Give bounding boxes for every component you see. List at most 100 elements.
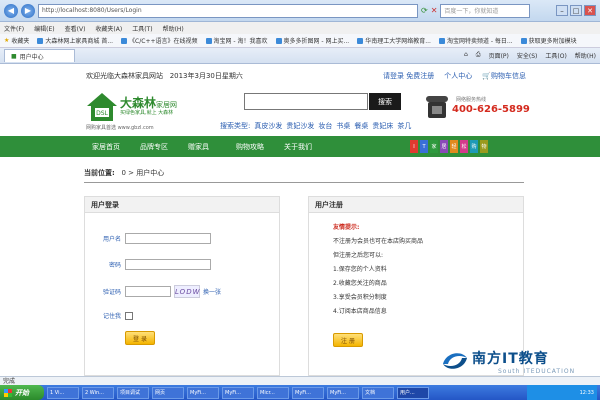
favorites-button[interactable]: ★ 收藏夹: [4, 36, 29, 45]
taskbar-item[interactable]: 网页: [152, 386, 184, 399]
search-type-link[interactable]: 贵妃沙发: [286, 121, 314, 131]
nav-gift[interactable]: 赠家具: [188, 142, 236, 152]
nav-guide[interactable]: 购物攻略: [236, 142, 284, 152]
breadcrumb: 当前位置: 0 > 用户中心: [84, 168, 524, 178]
favorite-label: 奥多多折图网 - 网上买...: [283, 38, 350, 45]
main-nav: 家居首页 品牌专区 赠家具 购物攻略 关于我们 IT家居轻松购物: [0, 136, 600, 157]
nav-home[interactable]: 家居首页: [92, 142, 140, 152]
page-icon: [520, 37, 527, 44]
watermark-swirl-icon: [443, 353, 467, 369]
menu-file[interactable]: 文件(F): [4, 24, 24, 33]
register-info: 友情提示: 不注册为会员也可在本店购买商品 但注册之后您可以: 1.保存您的个人…: [309, 213, 523, 319]
help-menu[interactable]: 帮助(H): [575, 51, 596, 60]
refresh-icon[interactable]: ⟳: [421, 6, 428, 15]
welcome-text: 欢迎光临大森林家具网站 2013年3月30日星期六: [86, 72, 243, 80]
register-line: 不注册为会员也可在本店购买商品: [333, 238, 424, 245]
password-input[interactable]: [125, 259, 211, 270]
brand-site: 网购家具首选 www.gbzl.com: [86, 125, 154, 131]
register-title: 用户注册: [309, 197, 523, 213]
status-bar: 完成: [0, 376, 600, 385]
favorite-link[interactable]: 获取更多附加模块: [520, 36, 577, 45]
breadcrumb-path: 0 > 用户中心: [121, 169, 165, 177]
taskbar-item[interactable]: MyFi...: [222, 386, 254, 399]
command-bar: ⌂ ⎙ 页面(P) 安全(S) 工具(O) 帮助(H): [464, 51, 596, 60]
start-button[interactable]: 开始: [0, 385, 44, 400]
cart-icon: 🛒: [482, 72, 491, 80]
slogan-block: 物: [480, 140, 488, 153]
favorite-link[interactable]: 大森林网上家具商城 首...: [37, 36, 113, 45]
nav-brands[interactable]: 品牌专区: [140, 142, 188, 152]
search-type-link[interactable]: 妆台: [318, 121, 332, 131]
captcha-input[interactable]: [125, 286, 171, 297]
menu-edit[interactable]: 编辑(E): [34, 24, 54, 33]
close-icon[interactable]: ✕: [584, 5, 596, 16]
tools-menu[interactable]: 工具(O): [545, 51, 566, 60]
favorite-link[interactable]: 《C/C++语言》在线视频: [121, 36, 198, 45]
slogan-block: I: [410, 140, 418, 153]
slogan-block: 居: [440, 140, 448, 153]
taskbar-item[interactable]: MyFi...: [292, 386, 324, 399]
login-button[interactable]: 登 录: [125, 331, 155, 345]
search-type-link[interactable]: 真皮沙发: [254, 121, 282, 131]
slogan-block: 家: [430, 140, 438, 153]
stop-icon[interactable]: ✕: [431, 6, 438, 15]
register-line: 3.享受会员积分制度: [333, 294, 387, 301]
search-type-link[interactable]: 餐桌: [354, 121, 368, 131]
site-logo[interactable]: DSL 大森林家居网 买绿色家具,就上 大森林 网购家具首选 www.gbzl.…: [86, 92, 206, 132]
clock: 12:33: [579, 389, 594, 396]
favorite-link[interactable]: 淘宝网 - 淘！我喜欢: [205, 36, 268, 45]
menu-favorites[interactable]: 收藏夹(A): [95, 24, 122, 33]
search-type-link[interactable]: 茶几: [397, 121, 411, 131]
taskbar-item[interactable]: 项目调试: [117, 386, 149, 399]
search-types-label: 搜索类型:: [220, 122, 251, 130]
favorite-label: 淘宝网特卖频道 - 每日...: [446, 38, 513, 45]
system-tray: 12:33: [527, 385, 597, 400]
taskbar-item[interactable]: Micr...: [257, 386, 289, 399]
taskbar-item[interactable]: 文档: [362, 386, 394, 399]
page-icon: [357, 37, 364, 44]
search-input[interactable]: [244, 93, 368, 110]
menu-view[interactable]: 查看(V): [65, 24, 86, 33]
print-icon[interactable]: ⎙: [476, 51, 481, 60]
menu-tools[interactable]: 工具(T): [132, 24, 152, 33]
minimize-icon[interactable]: –: [556, 5, 568, 16]
browser-search-input[interactable]: 百度一下，你就知道: [440, 3, 531, 18]
favorite-link[interactable]: 奥多多折图网 - 网上买...: [275, 36, 350, 45]
taskbar-item[interactable]: MyFi...: [327, 386, 359, 399]
remember-checkbox[interactable]: [125, 311, 133, 320]
menu-help[interactable]: 帮助(H): [163, 24, 184, 33]
search-button[interactable]: 搜索: [369, 93, 401, 110]
forward-icon[interactable]: ▶: [21, 3, 35, 18]
page-menu[interactable]: 页面(P): [489, 51, 509, 60]
login-link[interactable]: 请登录: [383, 72, 404, 80]
captcha-row: 验证码 LODW 换一张: [85, 285, 221, 298]
safety-menu[interactable]: 安全(S): [517, 51, 538, 60]
breadcrumb-label: 当前位置:: [84, 169, 115, 177]
brand-slogan: 买绿色家具,就上 大森林: [120, 110, 174, 116]
nav-about[interactable]: 关于我们: [284, 142, 332, 152]
url-input[interactable]: http://localhost:8080/Users/Login: [38, 3, 418, 18]
tab-user-center[interactable]: ■ 用户中心: [4, 49, 75, 62]
hotline: 网络服务热线 400-626-5899: [426, 94, 536, 132]
favorites-label: 收藏夹: [11, 38, 30, 45]
taskbar-item[interactable]: 1 Vi...: [47, 386, 79, 399]
taskbar-item[interactable]: 2 Win...: [82, 386, 114, 399]
register-link[interactable]: 免费注册: [406, 72, 434, 80]
username-input[interactable]: [125, 233, 211, 244]
taskbar-item[interactable]: MyFi...: [187, 386, 219, 399]
back-icon[interactable]: ◀: [4, 3, 18, 18]
favorite-link[interactable]: 华南理工大学网络教育...: [357, 36, 431, 45]
home-icon[interactable]: ⌂: [464, 51, 468, 60]
maximize-icon[interactable]: □: [570, 5, 582, 16]
user-center-link[interactable]: 个人中心: [444, 71, 472, 81]
search-type-link[interactable]: 贵妃床: [372, 121, 393, 131]
search-type-link[interactable]: 书桌: [336, 121, 350, 131]
username-row: 用户名: [85, 233, 211, 244]
refresh-captcha-link[interactable]: 换一张: [203, 287, 221, 296]
register-button[interactable]: 注 册: [333, 333, 363, 347]
favorite-link[interactable]: 淘宝网特卖频道 - 每日...: [438, 36, 513, 45]
taskbar-item[interactable]: 用户...: [397, 386, 429, 399]
favorite-label: 获取更多附加模块: [528, 38, 577, 45]
cart-link[interactable]: 🛒购物车信息: [482, 71, 526, 81]
captcha-label: 验证码: [102, 289, 121, 296]
